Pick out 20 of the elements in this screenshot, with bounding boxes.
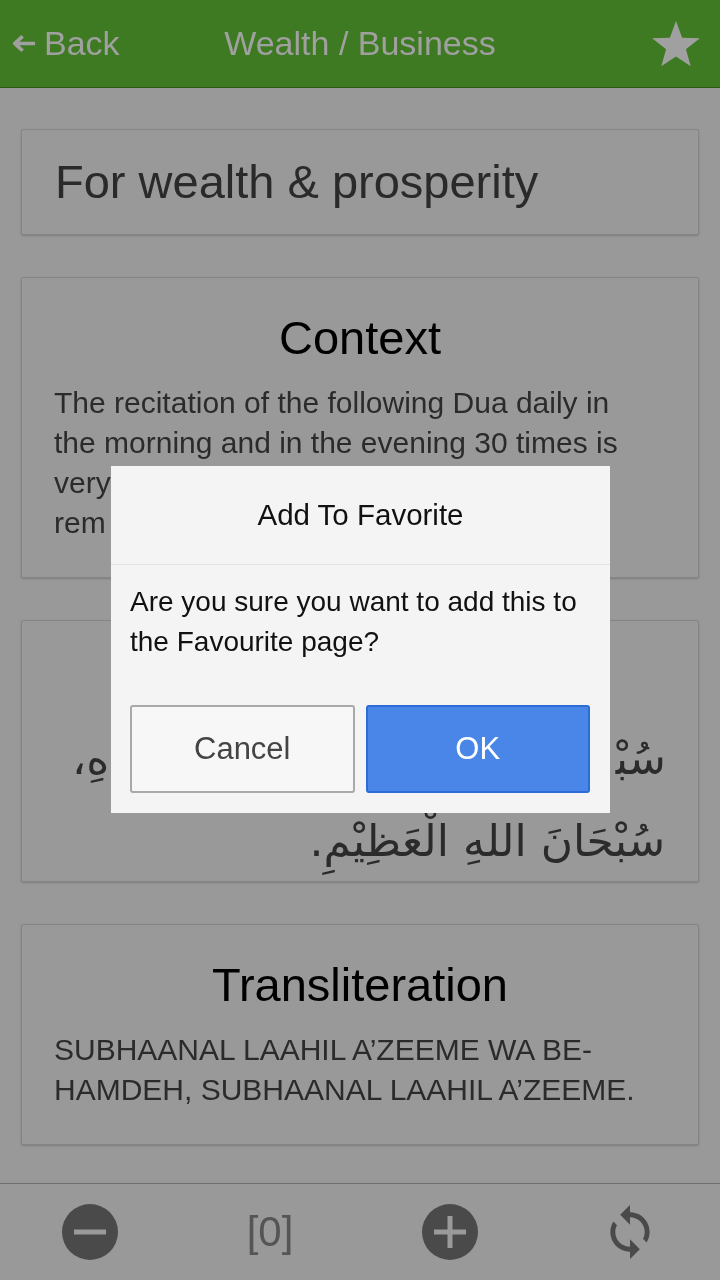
- minus-icon[interactable]: [62, 1204, 118, 1260]
- card-heading: Context: [279, 310, 441, 366]
- card-heading: Transliteration: [211, 957, 508, 1013]
- screen-title: Wealth / Business: [224, 24, 496, 63]
- confirm-button[interactable]: OK: [365, 705, 590, 793]
- card-text: SUBHAANAL LAAHIL A’ZEEME WA BE-HAMDEH, SUBHAANAL LAAHIL A’ZEEME.: [54, 1032, 636, 1108]
- back-arrow-icon: [12, 34, 36, 53]
- arabic-text: سُبْحَانَ اللهِ الْعَظِيْمِ.: [54, 813, 666, 877]
- star-icon[interactable]: [652, 20, 700, 67]
- dialog-title: Add To Favorite: [257, 502, 464, 528]
- arabic-text: سُبْ‍: [615, 732, 666, 786]
- dua-title: For wealth & prosperity: [55, 154, 539, 210]
- refresh-icon[interactable]: [608, 1205, 652, 1259]
- cancel-button[interactable]: Cancel: [130, 705, 355, 793]
- counter-label: [0]: [246, 1208, 294, 1256]
- arabic-text: هِ،: [72, 732, 110, 786]
- back-button[interactable]: Back: [0, 15, 124, 72]
- dialog-message: Are you sure you want to add this to the Favourite page?: [130, 585, 578, 659]
- plus-icon[interactable]: [422, 1204, 478, 1260]
- card-text: rem: [54, 505, 106, 541]
